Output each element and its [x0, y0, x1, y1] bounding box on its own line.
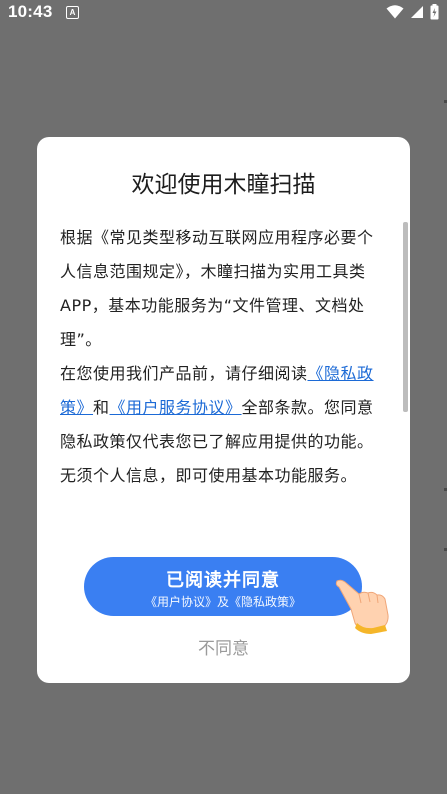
- body-paragraph-1: 根据《常见类型移动互联网应用程序必要个人信息范围规定》，木瞳扫描为实用工具类AP…: [60, 228, 374, 349]
- system-icons: [386, 4, 439, 20]
- battery-icon: [430, 4, 439, 20]
- dialog-title: 欢迎使用木瞳扫描: [131, 172, 316, 198]
- pointing-hand-icon: [335, 579, 389, 634]
- dialog-body: 根据《常见类型移动互联网应用程序必要个人信息范围规定》，木瞳扫描为实用工具类AP…: [60, 221, 388, 493]
- body-paragraph-2: 在您使用我们产品前，请仔细阅读《隐私政策》和《用户服务协议》全部条款。您同意隐私…: [60, 357, 388, 493]
- body-paragraph-2-prefix: 在您使用我们产品前，请仔细阅读: [60, 364, 308, 383]
- and-text: 和: [93, 398, 110, 417]
- signal-icon: [411, 6, 423, 18]
- notification-icon: A: [66, 6, 79, 19]
- agree-button-label: 已阅读并同意: [166, 570, 280, 591]
- terms-of-service-link[interactable]: 《用户服务协议》: [110, 398, 242, 417]
- scrollbar[interactable]: [403, 222, 408, 412]
- status-time: 10:43: [8, 2, 53, 21]
- disagree-button[interactable]: 不同意: [37, 634, 410, 659]
- agree-button-sublabel: 《用户协议》及《隐私政策》: [144, 595, 301, 609]
- status-bar: 10:43 A: [0, 0, 447, 26]
- privacy-dialog: 欢迎使用木瞳扫描 根据《常见类型移动互联网应用程序必要个人信息范围规定》，木瞳扫…: [37, 137, 410, 683]
- wifi-icon: [386, 5, 404, 19]
- agree-button[interactable]: 已阅读并同意 《用户协议》及《隐私政策》: [84, 557, 362, 616]
